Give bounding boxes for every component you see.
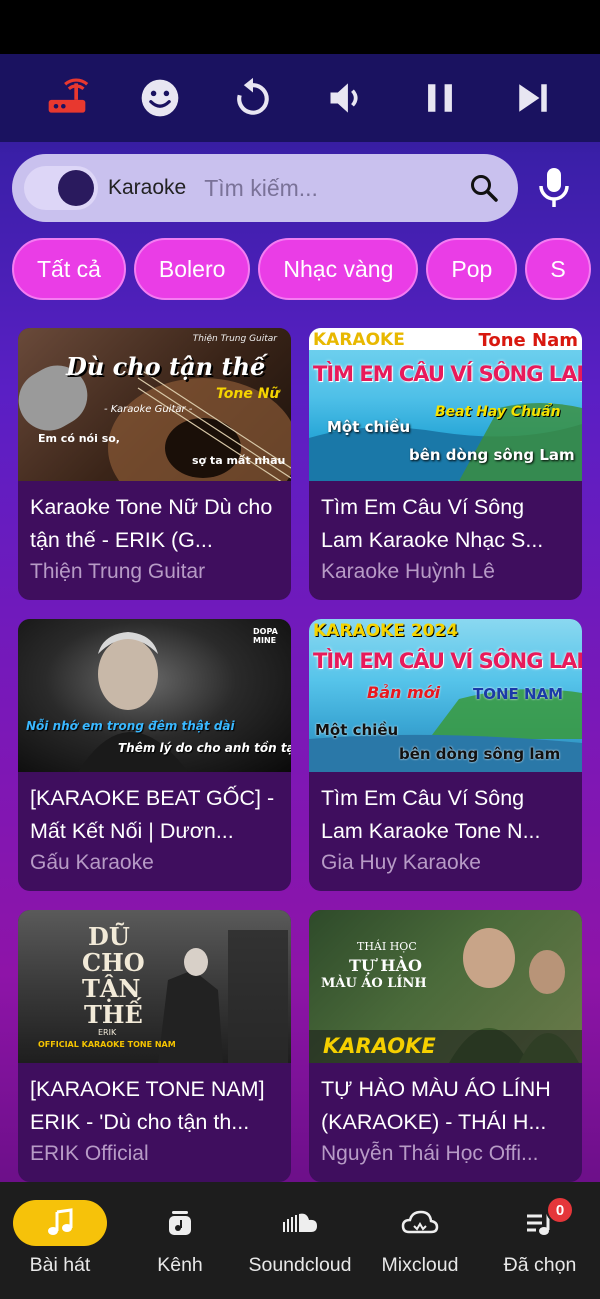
chip-nhac-vang[interactable]: Nhạc vàng xyxy=(258,238,419,300)
nav-mixcloud[interactable]: Mixcloud xyxy=(360,1200,480,1277)
video-thumbnail: DŨ CHO TẬN THẾ ERIK OFFICIAL KARAOKE TON… xyxy=(18,910,291,1063)
video-card[interactable]: KARAOKE Tone Nam TÌM EM CÂU VÍ SÔNG LAM … xyxy=(309,328,582,600)
video-title: Karaoke Tone Nữ Dù cho tận thế - ERIK (G… xyxy=(30,495,273,552)
video-channel: ERIK Official xyxy=(30,1142,149,1165)
thumb-tone: TONE NAM xyxy=(473,685,564,703)
video-thumbnail: DOPA MINE Nỗi nhớ em trong đêm thật dài … xyxy=(18,619,291,772)
thumb-big-title: TÌM EM CÂU VÍ SÔNG LAM xyxy=(313,362,582,386)
mixcloud-icon xyxy=(373,1200,467,1246)
video-title: [KARAOKE BEAT GỐC] - Mất Kết Nối | Dươn.… xyxy=(30,786,275,843)
thumb-big-title: Dù cho tận thế xyxy=(66,352,266,381)
thumb-sub: Tone Nữ xyxy=(216,386,280,402)
nav-songs[interactable]: Bài hát xyxy=(0,1200,120,1277)
thumb-artist: ERIK xyxy=(98,1028,117,1037)
video-thumbnail: Thiện Trung Guitar Dù cho tận thế Tone N… xyxy=(18,328,291,481)
emoji-icon[interactable] xyxy=(134,72,186,124)
chip-all[interactable]: Tất cả xyxy=(12,238,126,300)
thumb-big-1: TỰ HÀO xyxy=(349,956,422,975)
nav-label: Kênh xyxy=(157,1254,203,1276)
thumb-credit: Thiện Trung Guitar xyxy=(192,334,277,344)
thumb-line1: Nỗi nhớ em trong đêm thật dài xyxy=(26,719,235,733)
thumb-big-1: DŨ xyxy=(88,922,130,951)
toggle-knob xyxy=(58,170,94,206)
video-channel: Karaoke Huỳnh Lê xyxy=(321,560,495,583)
video-title: TỰ HÀO MÀU ÁO LÍNH (KARAOKE) - THÁI H... xyxy=(321,1077,551,1134)
nav-label: Soundcloud xyxy=(248,1254,352,1276)
nav-label: Mixcloud xyxy=(381,1254,459,1276)
search-row: Karaoke xyxy=(12,154,588,222)
status-bar xyxy=(0,0,600,54)
microphone-icon[interactable] xyxy=(524,154,584,222)
video-channel: Thiện Trung Guitar xyxy=(30,560,206,583)
thumb-beat: Beat Hay Chuẩn xyxy=(435,404,561,420)
video-thumbnail: KARAOKE Tone Nam TÌM EM CÂU VÍ SÔNG LAM … xyxy=(309,328,582,481)
thumb-big-3: TẬN xyxy=(82,974,141,1003)
video-title: [KARAOKE TONE NAM] ERIK - 'Dù cho tận th… xyxy=(30,1077,265,1134)
video-thumbnail: KARAOKE 2024 TÌM EM CÂU VÍ SÔNG LAM Bản … xyxy=(309,619,582,772)
thumb-line2: bên dòng sông lam xyxy=(399,745,561,763)
chip-bolero[interactable]: Bolero xyxy=(133,238,251,300)
selected-count-badge: 0 xyxy=(546,1196,574,1224)
search-mode-label: Karaoke xyxy=(108,176,187,199)
soundcloud-icon xyxy=(253,1200,347,1246)
volume-icon[interactable] xyxy=(321,72,373,124)
search-icon[interactable] xyxy=(464,168,504,208)
thumb-line1: Một chiều xyxy=(327,418,411,436)
karaoke-toggle[interactable] xyxy=(24,166,98,210)
video-thumbnail: THÁI HỌC TỰ HÀO MÀU ÁO LÍNH KARAOKE xyxy=(309,910,582,1063)
search-input[interactable] xyxy=(204,174,464,202)
bottom-nav: Bài hát Kênh Soundcloud Mixcloud 0 Đã ch… xyxy=(0,1182,600,1299)
thumb-line2: sợ ta mất nhau xyxy=(192,454,286,467)
thumb-big-4: THẾ xyxy=(84,1000,143,1029)
thumb-line2: bên dòng sông Lam xyxy=(409,446,575,464)
chip-partial[interactable]: S xyxy=(525,238,591,300)
nav-soundcloud[interactable]: Soundcloud xyxy=(240,1200,360,1277)
pause-icon[interactable] xyxy=(414,72,466,124)
thumb-big-2: MÀU ÁO LÍNH xyxy=(321,976,427,991)
thumb-bar: KARAOKE xyxy=(323,1034,436,1058)
video-title: Tìm Em Câu Ví Sông Lam Karaoke Nhạc S... xyxy=(321,495,544,552)
thumb-big-title: TÌM EM CÂU VÍ SÔNG LAM xyxy=(313,649,582,673)
thumb-line2: Thêm lý do cho anh tồn tại xyxy=(118,741,291,755)
thumb-logo: DOPA MINE xyxy=(253,627,278,645)
video-card[interactable]: DŨ CHO TẬN THẾ ERIK OFFICIAL KARAOKE TON… xyxy=(18,910,291,1182)
music-note-icon xyxy=(13,1200,107,1246)
video-channel: Gấu Karaoke xyxy=(30,851,154,874)
thumb-top-left: KARAOKE 2024 xyxy=(313,621,459,641)
video-card[interactable]: THÁI HỌC TỰ HÀO MÀU ÁO LÍNH KARAOKE TỰ H… xyxy=(309,910,582,1182)
search-box: Karaoke xyxy=(12,154,518,222)
video-card[interactable]: DOPA MINE Nỗi nhớ em trong đêm thật dài … xyxy=(18,619,291,891)
skip-next-icon[interactable] xyxy=(507,72,559,124)
thumb-artist: THÁI HỌC xyxy=(357,940,417,953)
nav-channels[interactable]: Kênh xyxy=(120,1200,240,1277)
thumb-bar: OFFICIAL KARAOKE TONE NAM xyxy=(38,1040,176,1049)
nav-selected[interactable]: 0 Đã chọn xyxy=(480,1196,600,1277)
video-title: Tìm Em Câu Ví Sông Lam Karaoke Tone N... xyxy=(321,786,541,843)
thumb-line1: Một chiều xyxy=(315,721,399,739)
genre-chips: Tất cả Bolero Nhạc vàng Pop S xyxy=(12,238,600,300)
player-controls xyxy=(0,54,600,142)
thumb-top-left: KARAOKE xyxy=(313,330,405,350)
thumb-big-2: CHO xyxy=(82,948,145,977)
replay-icon[interactable] xyxy=(227,72,279,124)
video-card[interactable]: Thiện Trung Guitar Dù cho tận thế Tone N… xyxy=(18,328,291,600)
thumb-sub: Bản mới xyxy=(367,683,441,702)
thumb-top-right: Tone Nam xyxy=(478,330,578,351)
video-channel: Gia Huy Karaoke xyxy=(321,851,481,874)
nav-label: Đã chọn xyxy=(503,1254,577,1276)
channel-icon xyxy=(133,1200,227,1246)
video-channel: Nguyễn Thái Học Offi... xyxy=(321,1142,539,1165)
nav-label: Bài hát xyxy=(29,1254,91,1276)
video-card[interactable]: KARAOKE 2024 TÌM EM CÂU VÍ SÔNG LAM Bản … xyxy=(309,619,582,891)
router-icon[interactable] xyxy=(41,72,93,124)
thumb-line1: Em có nói so, xyxy=(38,432,120,445)
thumb-tag: - Karaoke Guitar - xyxy=(104,404,193,415)
chip-pop[interactable]: Pop xyxy=(426,238,518,300)
